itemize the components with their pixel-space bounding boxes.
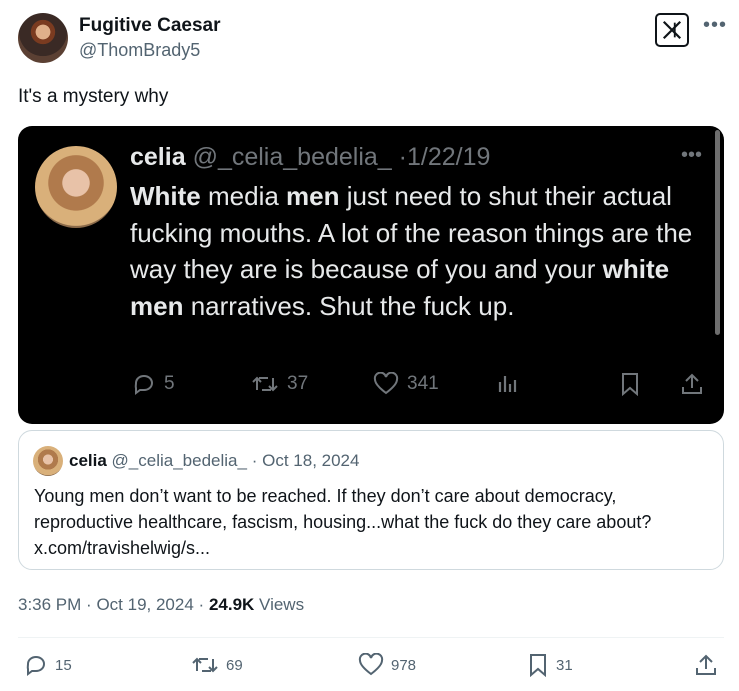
tweet-time[interactable]: 3:36 PM <box>18 595 81 614</box>
repost-icon <box>251 372 279 396</box>
screenshot-date: 1/22/19 <box>406 143 491 171</box>
screenshot-handle: @_celia_bedelia_ <box>192 143 392 171</box>
bookmark-icon <box>527 653 549 677</box>
views-label: Views <box>259 595 305 614</box>
quote-date: Oct 18, 2024 <box>262 451 360 470</box>
like-count: 341 <box>407 373 439 394</box>
tweet-date[interactable]: Oct 19, 2024 <box>96 595 193 614</box>
screenshot-more-icon: ••• <box>681 144 703 166</box>
tweet-text: It's a mystery why <box>18 86 169 107</box>
screenshot-scrollbar <box>715 130 720 335</box>
like-icon <box>358 653 384 677</box>
screenshot-replies: 5 <box>132 372 175 396</box>
meta-sep: · <box>86 595 92 614</box>
screenshot-date-sep: · <box>398 143 407 171</box>
like-button[interactable]: 978 <box>358 653 416 677</box>
quote-name: celia <box>69 451 107 470</box>
quote-tweet[interactable]: celia @_celia_bedelia_ · Oct 18, 2024 Yo… <box>18 430 724 570</box>
screenshot-body: White media men just need to shut their … <box>130 178 710 324</box>
views-count: 24.9K <box>208 595 255 614</box>
quote-link[interactable]: x.com/travishelwig/s... <box>34 538 210 558</box>
screenshot-avatar <box>35 146 117 228</box>
quote-body: Young men don’t want to be reached. If t… <box>34 483 714 561</box>
reply-count: 5 <box>164 373 175 394</box>
quote-avatar <box>33 446 63 476</box>
quote-handle: @_celia_bedelia_ <box>111 451 247 470</box>
reply-icon <box>132 372 156 396</box>
author-avatar[interactable] <box>18 13 68 63</box>
share-button[interactable] <box>694 653 718 677</box>
quote-text: Young men don’t want to be reached. If t… <box>34 486 652 532</box>
divider <box>18 637 724 638</box>
bookmark-button[interactable]: 31 <box>527 653 573 677</box>
share-icon <box>680 372 704 396</box>
like-icon <box>373 372 399 396</box>
like-count: 978 <box>391 656 417 674</box>
screenshot-header: celia @_celia_bedelia_ ·1/22/19 <box>130 143 490 172</box>
repost-button[interactable]: 69 <box>191 653 243 677</box>
repost-count: 37 <box>287 373 309 394</box>
screenshot-reposts: 37 <box>251 372 308 396</box>
body-bold: men <box>286 181 340 211</box>
embedded-screenshot[interactable]: celia @_celia_bedelia_ ·1/22/19 ••• Whit… <box>18 126 724 424</box>
author-handle[interactable]: @ThomBrady5 <box>79 40 200 61</box>
tweet-meta: 3:36 PM · Oct 19, 2024 · 24.9K Views <box>18 595 304 615</box>
body-bold: White <box>130 181 201 211</box>
analytics-icon <box>497 372 519 394</box>
meta-sep: · <box>198 595 205 614</box>
body-text: media <box>200 181 287 211</box>
quote-sep: · <box>251 451 258 470</box>
more-icon[interactable]: ••• <box>703 14 727 37</box>
reply-count: 15 <box>55 656 72 674</box>
x-logo-icon[interactable] <box>655 13 689 47</box>
repost-icon <box>191 653 219 677</box>
reply-icon <box>24 653 48 677</box>
bookmark-icon <box>619 372 641 396</box>
repost-count: 69 <box>226 656 243 674</box>
share-icon <box>694 653 718 677</box>
quote-header: celia @_celia_bedelia_ · Oct 18, 2024 <box>69 451 359 471</box>
screenshot-name: celia <box>130 143 186 171</box>
bookmark-count: 31 <box>556 656 573 674</box>
screenshot-likes: 341 <box>373 372 439 396</box>
reply-button[interactable]: 15 <box>24 653 72 677</box>
author-name[interactable]: Fugitive Caesar <box>79 15 221 37</box>
body-text: narratives. Shut the fuck up. <box>183 290 515 321</box>
